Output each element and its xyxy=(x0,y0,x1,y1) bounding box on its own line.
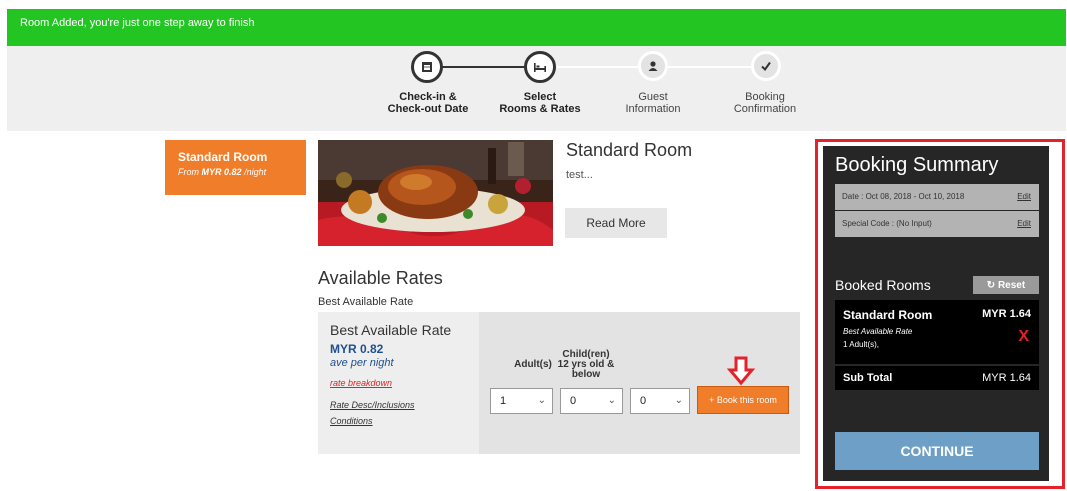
adults-select-value: 1 xyxy=(500,395,507,407)
booked-room-item: Standard Room MYR 1.64 Best Available Ra… xyxy=(835,300,1039,390)
booking-summary-title: Booking Summary xyxy=(835,154,999,176)
step-1-label: Check-in & Check-out Date xyxy=(373,91,483,115)
from-prefix: From xyxy=(178,167,199,177)
booked-rooms-title: Booked Rooms xyxy=(835,277,931,293)
from-suffix: /night xyxy=(244,167,267,177)
down-arrow-icon xyxy=(727,356,755,386)
reset-label: Reset xyxy=(997,279,1026,291)
conditions-link[interactable]: Conditions xyxy=(330,416,479,426)
children-label-line3: below xyxy=(571,369,601,380)
step-2-circle xyxy=(524,51,556,83)
booked-room-rate: Best Available Rate xyxy=(843,327,913,336)
step-1-label-line2: Check-out Date xyxy=(387,103,469,115)
room-photo[interactable] xyxy=(318,140,553,246)
step-1-circle xyxy=(411,51,443,83)
step-2-label-line1: Select xyxy=(523,91,557,103)
room-tab-standard[interactable]: Standard Room From MYR 0.82 /night xyxy=(165,140,306,195)
step-3-label: Guest Information xyxy=(598,91,708,115)
room-tab-from: From MYR 0.82 /night xyxy=(178,167,306,177)
step-4-label-line1: Booking xyxy=(745,91,785,103)
step-4-label: Booking Confirmation xyxy=(710,91,820,115)
room-title: Standard Room xyxy=(566,140,693,160)
available-rates-title: Available Rates xyxy=(318,268,443,288)
chevron-down-icon: ⌄ xyxy=(674,395,683,406)
read-more-button[interactable]: Read More xyxy=(565,208,667,238)
chevron-down-icon: ⌄ xyxy=(537,395,546,406)
subtotal-value: MYR 1.64 xyxy=(982,372,1031,384)
summary-special-code-row: Special Code : (No Input) Edit xyxy=(835,211,1039,237)
user-icon xyxy=(648,61,658,71)
rate-desc-link[interactable]: Rate Desc/Inclusions xyxy=(330,400,479,410)
booked-room-price: MYR 1.64 xyxy=(982,308,1031,320)
step-1-label-line1: Check-in & xyxy=(399,91,457,103)
rate-card: Best Available Rate MYR 0.82 ave per nig… xyxy=(318,312,800,454)
step-2-label: Select Rooms & Rates xyxy=(485,91,595,115)
rate-per-night: ave per night xyxy=(330,357,394,369)
reset-icon: ↻ xyxy=(986,279,996,291)
subtotal-label: Sub Total xyxy=(843,372,893,384)
step-3-circle xyxy=(638,51,668,81)
adults-select[interactable]: 1 ⌄ xyxy=(490,388,553,414)
booking-page: Room Added, you're just one step away to… xyxy=(0,0,1067,491)
adults-label: Adult(s) xyxy=(514,359,552,370)
roast-turkey-image xyxy=(318,140,553,246)
continue-button[interactable]: CONTINUE xyxy=(835,432,1039,470)
room-description: test... xyxy=(566,169,593,181)
extra-select-value: 0 xyxy=(640,395,647,407)
book-this-room-button[interactable]: + Book this room xyxy=(697,386,789,414)
remove-room-button[interactable]: X xyxy=(1018,328,1029,346)
step-2-label-line2: Rooms & Rates xyxy=(499,103,581,115)
edit-special-code-link[interactable]: Edit xyxy=(1017,219,1031,228)
extra-select[interactable]: 0 ⌄ xyxy=(630,388,690,414)
calendar-icon xyxy=(422,62,432,72)
room-tab-name: Standard Room xyxy=(178,150,268,164)
step-4-label-line2: Confirmation xyxy=(733,103,797,115)
booked-room-adults: 1 Adult(s), xyxy=(843,340,880,349)
check-icon xyxy=(761,61,771,72)
step-3-label-line2: Information xyxy=(625,103,681,115)
progress-steps: Check-in & Check-out Date Select Rooms &… xyxy=(7,46,1066,131)
available-rates-subtitle: Best Available Rate xyxy=(318,296,414,308)
edit-date-link[interactable]: Edit xyxy=(1017,192,1031,201)
rate-breakdown-link[interactable]: rate breakdown xyxy=(330,378,479,388)
children-label: Child(ren) 12 yrs old & below xyxy=(554,350,618,380)
room-added-notification: Room Added, you're just one step away to… xyxy=(7,9,1066,46)
summary-date-row: Date : Oct 08, 2018 - Oct 10, 2018 Edit xyxy=(835,184,1039,210)
booking-summary-panel: Booking Summary Date : Oct 08, 2018 - Oc… xyxy=(823,146,1049,481)
chevron-down-icon: ⌄ xyxy=(607,395,616,406)
rate-price: MYR 0.82 xyxy=(330,342,384,356)
children-select-value: 0 xyxy=(570,395,577,407)
children-select[interactable]: 0 ⌄ xyxy=(560,388,623,414)
step-4-circle xyxy=(751,51,781,81)
rate-info: Best Available Rate MYR 0.82 ave per nig… xyxy=(318,312,479,454)
from-price: MYR 0.82 xyxy=(201,167,242,177)
bed-icon xyxy=(534,63,546,72)
step-3-label-line1: Guest xyxy=(638,91,668,103)
reset-button[interactable]: ↻ Reset xyxy=(973,276,1039,294)
summary-special-code: Special Code : (No Input) xyxy=(842,219,932,228)
rate-name: Best Available Rate xyxy=(330,322,452,338)
summary-date: Date : Oct 08, 2018 - Oct 10, 2018 xyxy=(842,192,965,201)
booked-room-name: Standard Room xyxy=(843,308,933,322)
divider xyxy=(835,364,1039,366)
